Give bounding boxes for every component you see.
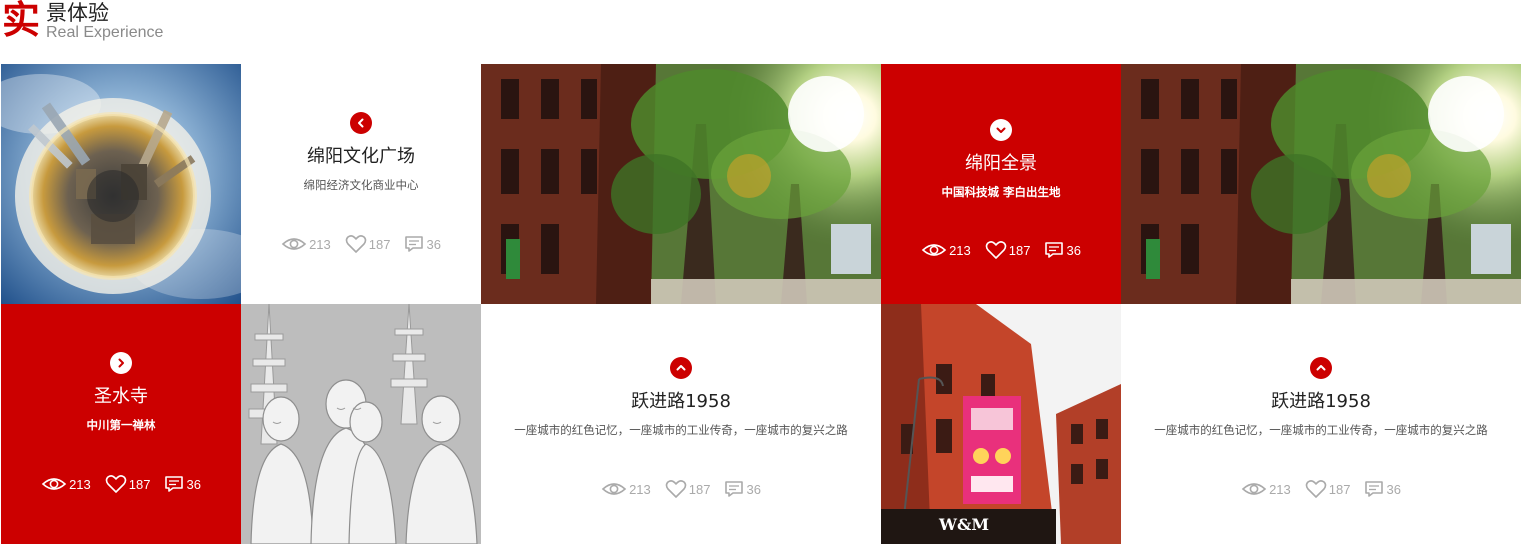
likes-count: 187 — [1328, 481, 1351, 497]
photo-tile-brick-street[interactable] — [481, 64, 881, 304]
views-stat: 213 — [1241, 480, 1291, 498]
comment-icon — [725, 481, 744, 497]
heart-icon — [665, 480, 687, 498]
comments-count: 36 — [426, 236, 441, 252]
comments-stat[interactable]: 36 — [404, 235, 441, 253]
info-card-mianyang-quanjing[interactable]: 绵阳全景 中国科技城 李白出生地 213 187 36 — [881, 64, 1121, 304]
photo-tile-storefront[interactable]: W&M — [881, 304, 1121, 544]
comments-count: 36 — [746, 481, 761, 497]
eye-icon — [41, 478, 67, 490]
likes-stat[interactable]: 187 — [1305, 479, 1351, 499]
info-card-yuejinlu-1958-2[interactable]: 跃进路1958 一座城市的红色记忆，一座城市的工业传奇，一座城市的复兴之路 21… — [1121, 304, 1521, 544]
card-stats: 213 187 36 — [881, 240, 1121, 260]
likes-stat[interactable]: 187 — [105, 474, 151, 494]
views-stat: 213 — [281, 235, 331, 253]
comments-stat[interactable]: 36 — [724, 480, 761, 498]
brick-street-image — [481, 64, 881, 304]
heart-icon — [1305, 480, 1327, 498]
likes-count: 187 — [688, 481, 711, 497]
chevron-right-icon[interactable] — [110, 352, 132, 374]
views-count: 213 — [629, 481, 651, 497]
views-count: 213 — [69, 476, 91, 492]
likes-count: 187 — [1008, 242, 1031, 258]
comments-stat[interactable]: 36 — [164, 475, 201, 493]
heart-icon — [345, 235, 367, 253]
card-subtitle: 一座城市的红色记忆，一座城市的工业传奇，一座城市的复兴之路 — [1154, 423, 1488, 437]
chevron-down-icon[interactable] — [990, 119, 1012, 141]
storefront-image: W&M — [881, 304, 1121, 544]
views-stat: 213 — [921, 241, 971, 259]
card-subtitle: 绵阳经济文化商业中心 — [303, 178, 419, 192]
info-card-wenhua-guangchang[interactable]: 绵阳文化广场 绵阳经济文化商业中心 213 187 36 — [241, 64, 481, 304]
views-stat: 213 — [601, 480, 651, 498]
chevron-up-icon[interactable] — [670, 357, 692, 379]
likes-count: 187 — [128, 476, 151, 492]
card-title: 圣水寺 — [94, 386, 148, 407]
likes-stat[interactable]: 187 — [345, 234, 391, 254]
comments-count: 36 — [1066, 242, 1081, 258]
views-stat: 213 — [41, 475, 91, 493]
card-stats: 213 187 36 — [1, 474, 241, 494]
eye-icon — [1241, 483, 1267, 495]
card-title: 跃进路1958 — [1271, 391, 1371, 412]
card-subtitle: 一座城市的红色记忆，一座城市的工业传奇，一座城市的复兴之路 — [514, 423, 848, 437]
eye-icon — [281, 238, 307, 250]
info-card-yuejinlu-1958[interactable]: 跃进路1958 一座城市的红色记忆，一座城市的工业传奇，一座城市的复兴之路 21… — [481, 304, 881, 544]
card-stats: 213 187 36 — [481, 479, 881, 499]
card-subtitle: 中川第一禅林 — [86, 418, 156, 432]
heart-icon — [985, 241, 1007, 259]
views-count: 213 — [1269, 481, 1291, 497]
eye-icon — [601, 483, 627, 495]
card-title: 绵阳全景 — [965, 153, 1037, 174]
comment-icon — [405, 236, 424, 252]
card-title: 跃进路1958 — [631, 391, 731, 412]
info-card-shengshui-si[interactable]: 圣水寺 中川第一禅林 213 187 36 — [1, 304, 241, 544]
views-count: 213 — [949, 242, 971, 258]
comment-icon — [165, 476, 184, 492]
eye-icon — [921, 244, 947, 256]
chevron-up-icon[interactable] — [1310, 357, 1332, 379]
comments-stat[interactable]: 36 — [1364, 480, 1401, 498]
likes-stat[interactable]: 187 — [985, 240, 1031, 260]
storefront-sign-text: W&M — [938, 515, 989, 534]
chevron-left-icon[interactable] — [350, 112, 372, 134]
photo-tile-buddha-statues[interactable] — [241, 304, 481, 544]
section-header: 实 景体验 Real Experience — [0, 0, 400, 56]
photo-tile-brick-street-2[interactable] — [1121, 64, 1521, 304]
views-count: 213 — [309, 236, 331, 252]
comments-count: 36 — [1386, 481, 1401, 497]
comment-icon — [1365, 481, 1384, 497]
section-logo-char: 实 — [2, 0, 41, 42]
section-subtitle-en: Real Experience — [46, 24, 164, 41]
card-subtitle: 中国科技城 李白出生地 — [941, 185, 1061, 199]
card-title: 绵阳文化广场 — [307, 146, 415, 167]
comments-stat[interactable]: 36 — [1044, 241, 1081, 259]
photo-tile-city-panorama[interactable] — [1, 64, 241, 304]
card-stats: 213 187 36 — [241, 234, 481, 254]
heart-icon — [105, 475, 127, 493]
likes-stat[interactable]: 187 — [665, 479, 711, 499]
buddha-statues-image — [241, 304, 481, 544]
brick-street-image — [1121, 64, 1521, 304]
city-panorama-image — [1, 64, 241, 304]
card-stats: 213 187 36 — [1121, 479, 1521, 499]
likes-count: 187 — [368, 236, 391, 252]
comments-count: 36 — [186, 476, 201, 492]
comment-icon — [1045, 242, 1064, 258]
